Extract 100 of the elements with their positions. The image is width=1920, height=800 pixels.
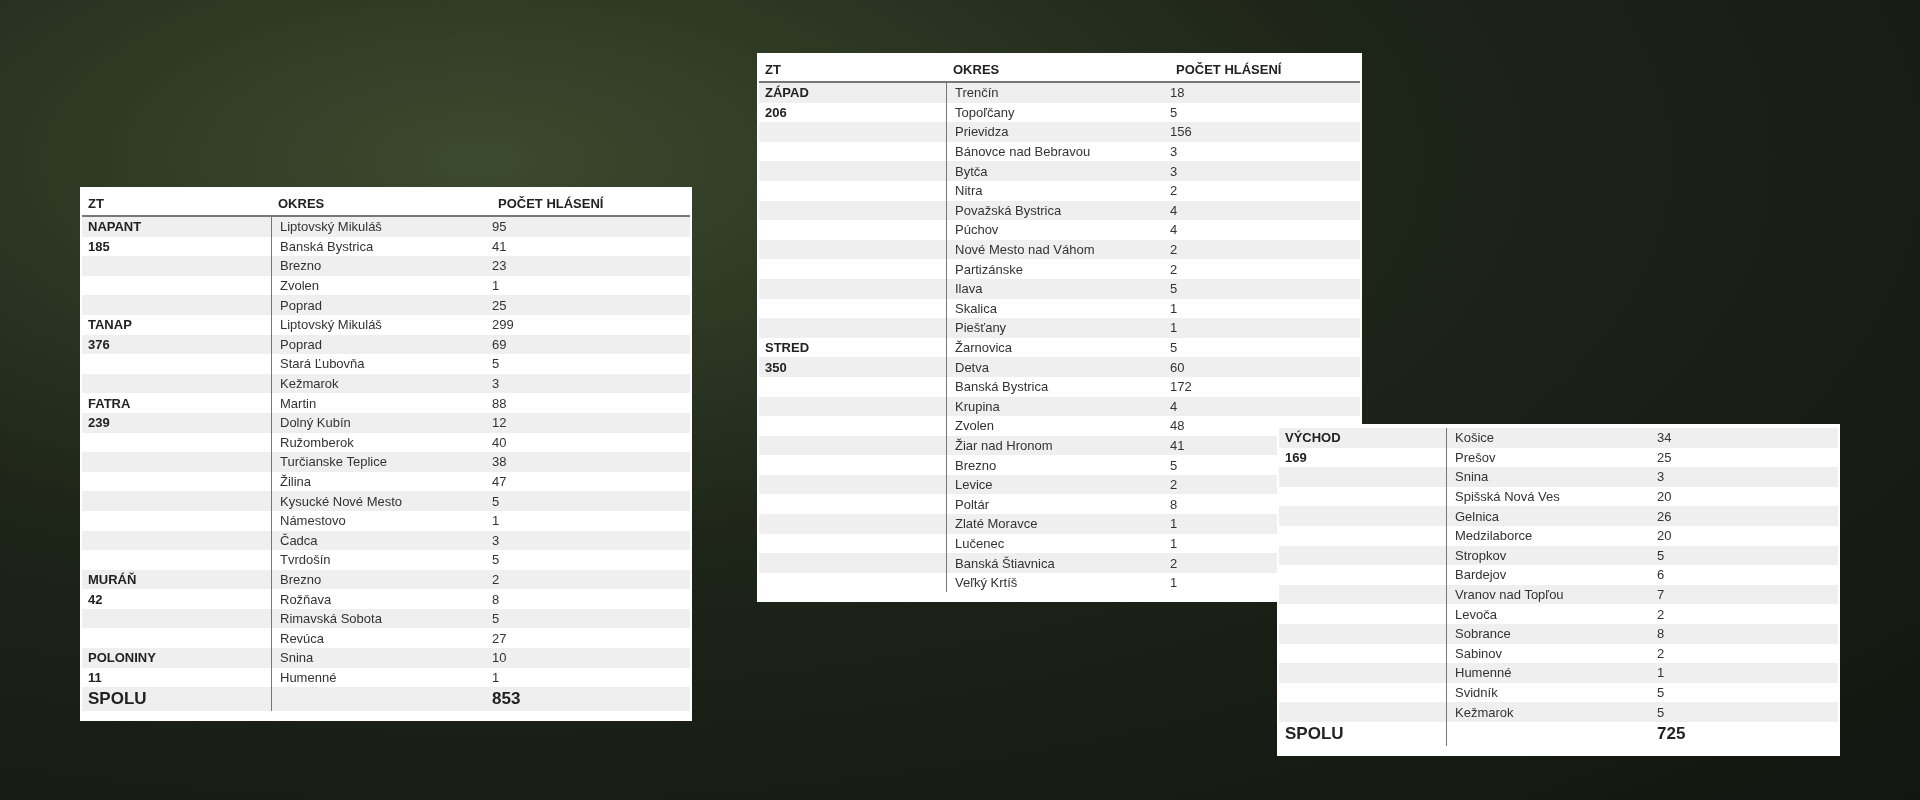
table-cell: Rožňava [280,591,332,607]
table-cell: 12 [492,415,507,431]
table-cell: Čadca [280,532,318,548]
table-cell: 1 [1170,320,1178,336]
table-cell: 4 [1170,202,1178,218]
table-cell: 26 [1657,508,1672,524]
table-cell: Banská Bystrica [280,238,374,254]
table-cell: Kežmarok [1455,704,1514,720]
table-cell: Poprad [280,336,322,352]
table-cell: 156 [1170,124,1192,140]
table-cell: 1 [1170,535,1178,551]
table-cell: Banská Štiavnica [955,555,1055,571]
column-header: POČET HLÁSENÍ [497,195,605,211]
table-cell: Krupina [955,398,1000,414]
table-cell: 1 [1170,575,1178,591]
table-cell: 1 [492,513,500,529]
table-cell: 18 [1170,85,1185,101]
table-cell: 2 [1170,477,1178,493]
table-cell: 2 [492,572,500,587]
table-cell: 8 [492,591,500,607]
table-cell: Svidník [1455,685,1498,700]
table-cell: Brezno [955,457,997,473]
table-cell: 2 [1170,183,1178,199]
table-cell: POLONINY [88,650,156,666]
table-cell: Ružomberok [280,434,354,450]
table-cell: 3 [1170,144,1178,160]
column-header: ZT [764,61,782,77]
table-cell: Piešťany [955,320,1007,336]
table-cell: Liptovský Mikuláš [280,219,382,235]
table-cell: 172 [1170,379,1192,395]
table-cell: 5 [492,552,500,568]
table-cell: Brezno [280,258,322,274]
table-cell: 206 [765,104,787,120]
table-cell: 1 [1170,300,1178,316]
table-cell: MURÁŇ [88,572,137,587]
table-cell: 1 [492,669,500,685]
table-cell: Sobrance [1455,626,1511,642]
table-cell: 41 [1170,438,1185,453]
table-cell: 48 [1170,418,1185,434]
table-cell: Kežmarok [280,376,339,392]
table-cell: Prešov [1455,449,1496,465]
table-cell: 5 [492,356,500,372]
table-cell: Košice [1455,430,1495,446]
table-cell: Banská Bystrica [955,379,1049,395]
total-label: SPOLU [1285,723,1344,744]
table-cell: 2 [1170,555,1178,571]
table-cell: 20 [1657,489,1672,505]
table-cell: 8 [1170,496,1178,512]
table-cell: Bánovce nad Bebravou [955,144,1091,160]
table-cell: 5 [1657,704,1665,720]
column-header: OKRES [952,61,1001,77]
table-cell: 11 [88,669,102,685]
table-cell: 2 [1170,242,1178,258]
table-cell: Považská Bystrica [955,202,1062,218]
table-cell: 376 [88,336,110,352]
table-cell: 95 [492,219,507,235]
table-cell: Humenné [1455,665,1512,681]
table-cell: 41 [492,238,507,254]
table-cell: 185 [88,238,110,254]
table-cell: Bytča [955,163,988,179]
table-cell: 88 [492,395,507,411]
table-cell: 4 [1170,222,1178,238]
table-cell: 60 [1170,359,1185,375]
table-cell: 40 [492,434,507,450]
table-cell: Levice [955,477,993,493]
table-cell: 38 [492,454,507,470]
table-cell: ZÁPAD [765,85,809,101]
table-cell: Poprad [280,297,322,313]
table-cell: Námestovo [280,513,346,529]
table-cell: Veľký Krtíš [955,575,1018,591]
table-cell: Žiar nad Hronom [955,438,1053,453]
table-cell: 5 [1657,547,1665,563]
table-cell: Skalica [955,300,997,316]
table-cell: 20 [1657,528,1672,544]
table-cell: 3 [492,532,500,548]
column-header: ZT [87,195,105,211]
table-cell: 69 [492,336,507,352]
table-cell: 6 [1657,567,1665,583]
table-cell: Bardejov [1455,567,1507,583]
table-cell: 350 [765,359,787,375]
table-cell: Zvolen [280,278,320,294]
table-cell: 8 [1657,626,1665,642]
table-cell: 23 [492,258,507,274]
table-cell: Stropkov [1455,547,1507,563]
table-cell: Poltár [955,496,989,512]
table-cell: Brezno [280,572,322,587]
table-cell: Zvolen [955,418,995,434]
table-cell: 2 [1657,606,1665,622]
table-cell: Vranov nad Topľou [1455,587,1564,603]
table-cell: STRED [765,340,810,355]
table-cell: 1 [492,278,500,294]
table-cell: Dolný Kubín [280,415,351,431]
table-cell: 5 [1170,340,1178,355]
table-cell: Kysucké Nové Mesto [280,493,403,509]
table-cell: 5 [1170,281,1178,297]
table-cell: Ilava [955,281,983,297]
table-cell: 5 [492,611,500,627]
table-cell: 239 [88,415,110,431]
table-cell: 2 [1657,645,1665,661]
table-cell: Stará Ľubovňa [280,356,365,372]
